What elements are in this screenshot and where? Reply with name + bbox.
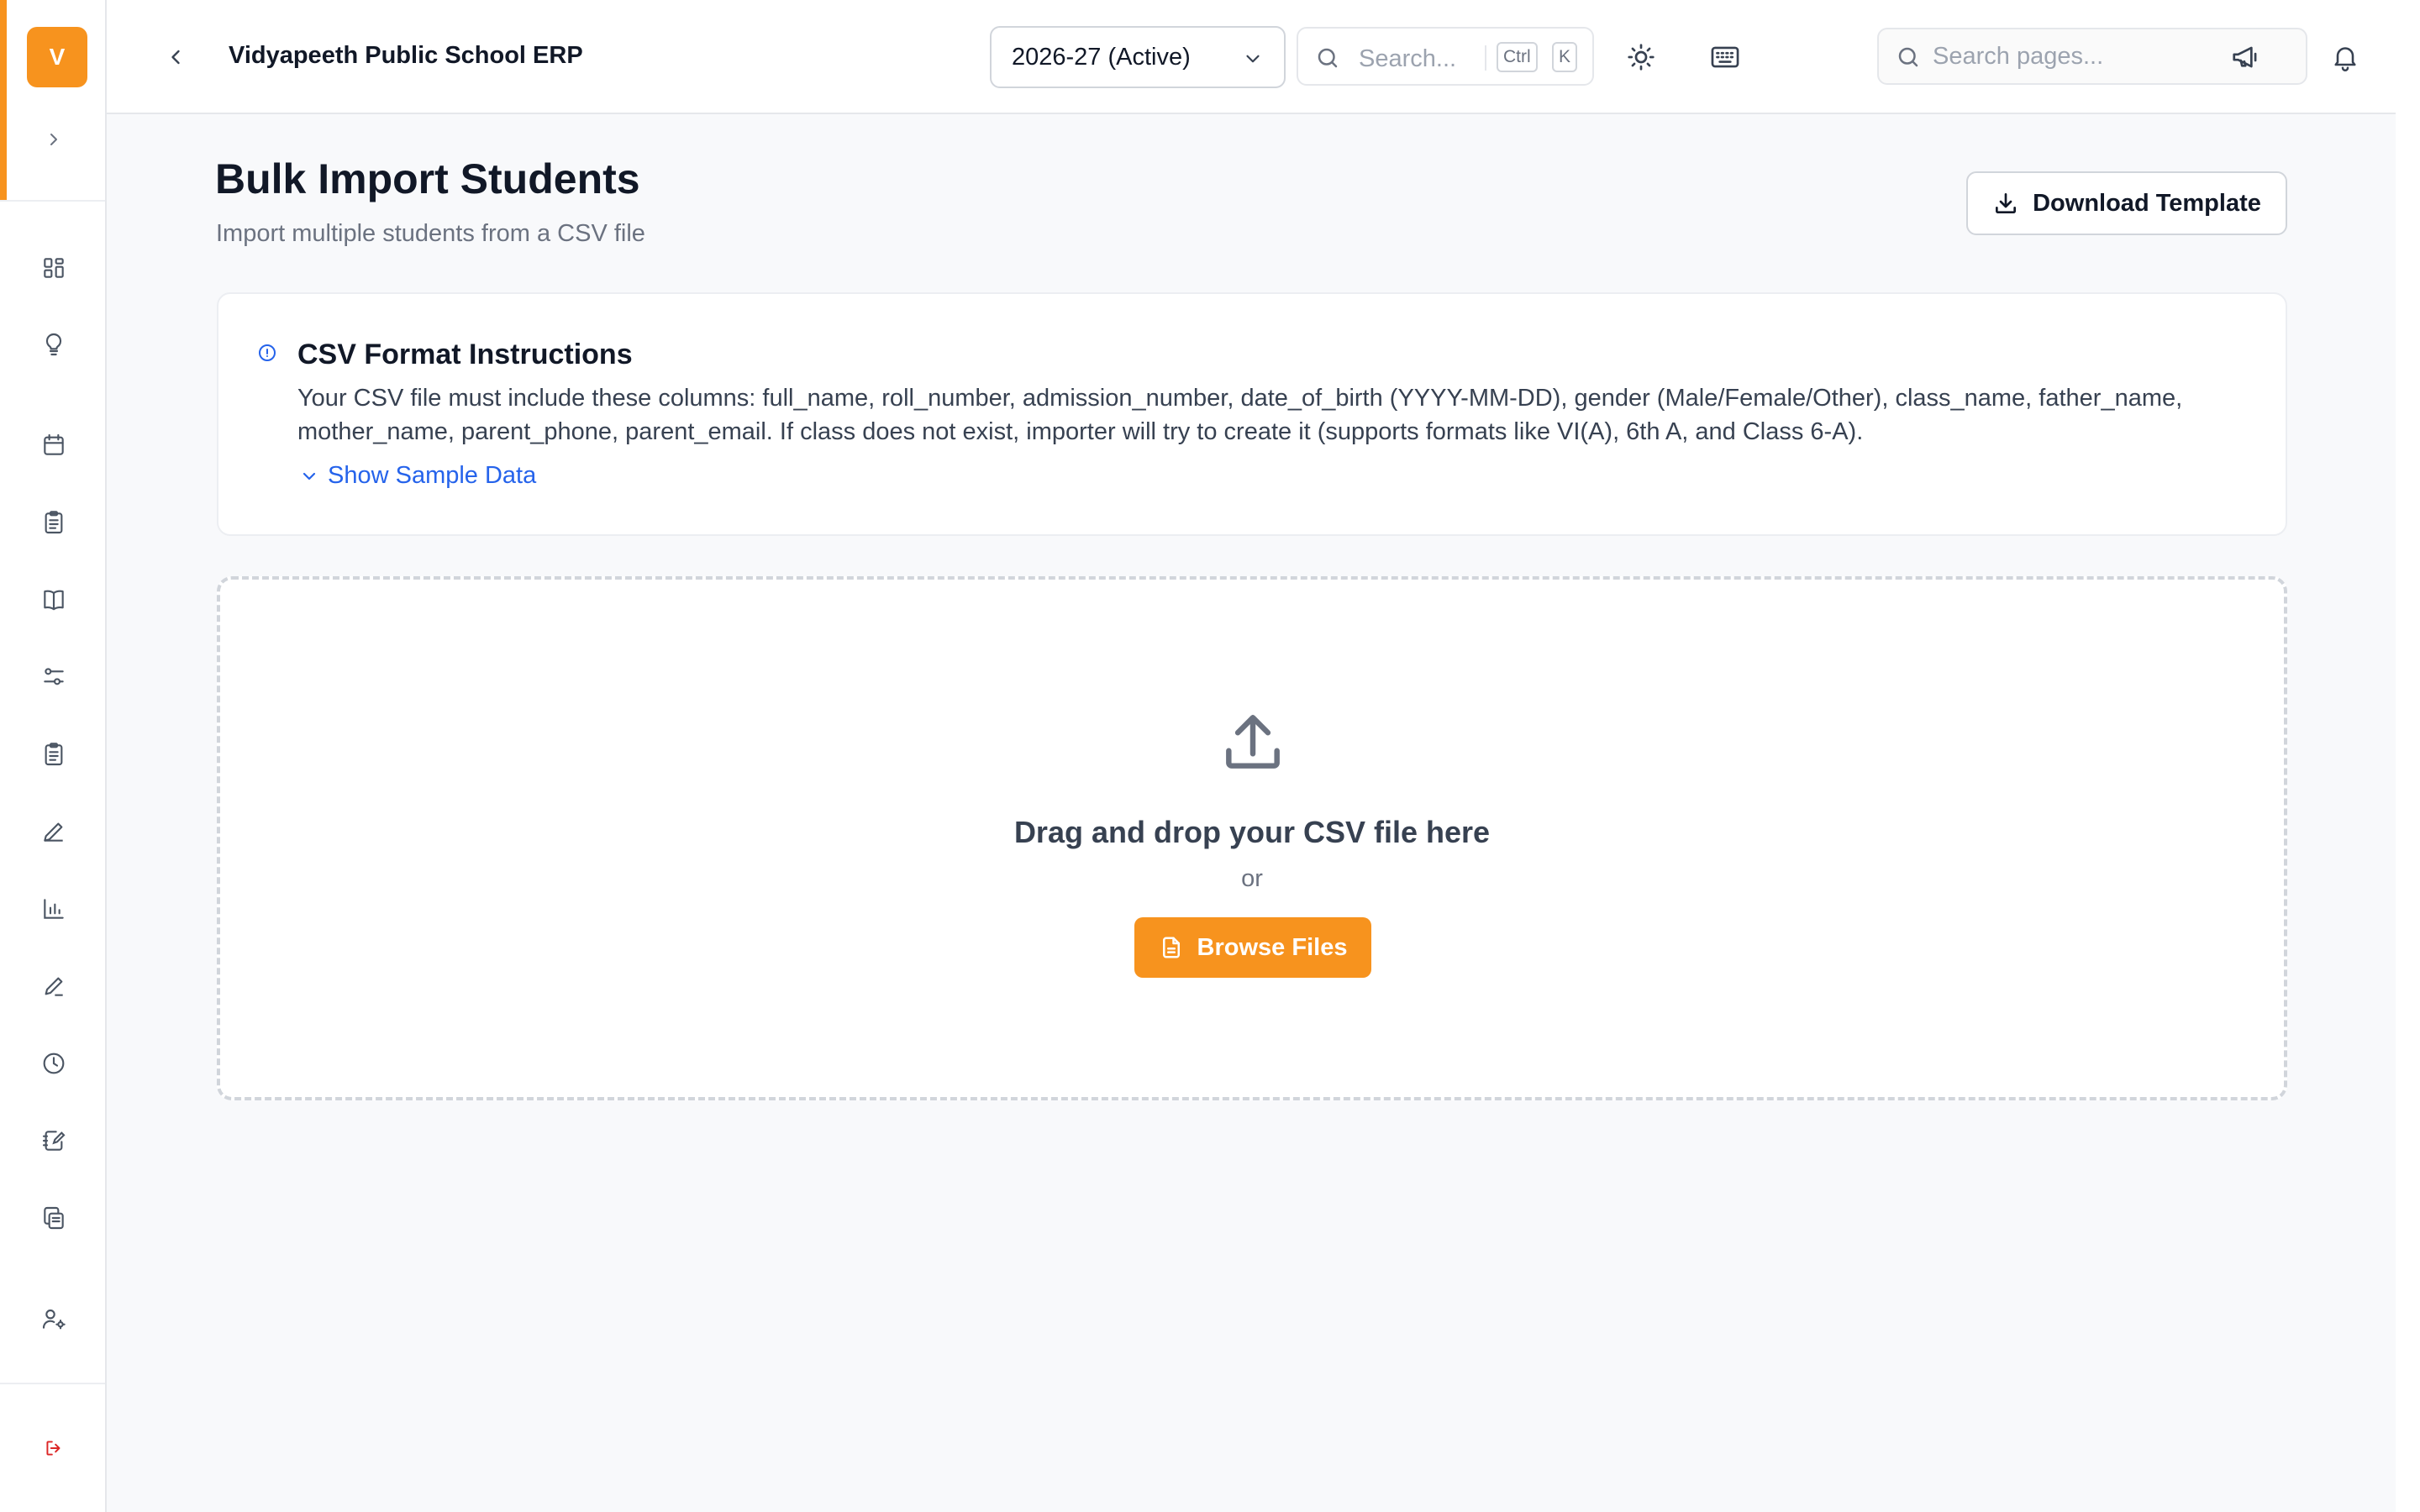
show-sample-data-link[interactable]: Show Sample Data [299, 462, 536, 490]
search-icon [1318, 48, 1338, 68]
logout-button[interactable] [34, 1428, 74, 1468]
sidebar-item-notebook[interactable] [34, 1121, 74, 1161]
download-template-button[interactable]: Download Template [1966, 171, 2287, 235]
csv-instructions-title: CSV Format Instructions [297, 339, 633, 370]
edit-icon [45, 977, 63, 996]
shortcut-key-ctrl: Ctrl [1497, 42, 1538, 72]
browse-files-button[interactable]: Browse Files [1134, 917, 1371, 978]
shortcut-key-k: K [1552, 42, 1578, 72]
sidebar-item-exams[interactable] [34, 734, 74, 774]
bell-icon [2334, 47, 2356, 71]
download-icon [1996, 193, 2017, 213]
sidebar-item-library[interactable] [34, 580, 74, 620]
top-header: Vidyapeeth Public School ERP 2026-27 (Ac… [107, 0, 2396, 114]
app-root: V Vidyapeeth Public School ERP 2026-27 (… [0, 0, 2420, 1512]
logout-icon [46, 1441, 60, 1456]
sidebar-divider [0, 1383, 105, 1384]
notifications-button[interactable] [2325, 37, 2365, 77]
search-icon [1898, 47, 1918, 67]
csv-instructions-card: CSV Format Instructions Your CSV file mu… [217, 292, 2287, 536]
page-title: Bulk Import Students [215, 155, 640, 202]
sidebar-item-ideas[interactable] [34, 324, 74, 365]
back-button[interactable] [157, 39, 194, 76]
sidebar-item-documents[interactable] [34, 1198, 74, 1238]
upload-icon [1226, 715, 1280, 769]
calendar-icon [44, 433, 64, 455]
quick-search-button[interactable]: Search... Ctrl K [1297, 27, 1594, 86]
sidebar-accent-bar [0, 0, 7, 202]
sidebar-item-reports[interactable] [34, 889, 74, 929]
sidebar-item-attendance[interactable] [34, 502, 74, 543]
show-sample-data-label: Show Sample Data [328, 462, 537, 489]
announcements-button[interactable] [2226, 37, 2266, 77]
sidebar-item-dashboard[interactable] [34, 248, 74, 288]
clipboard-icon [45, 511, 63, 534]
academic-year-value: 2026-27 (Active) [1012, 43, 1191, 71]
sidebar-expand-button[interactable] [37, 123, 71, 156]
sidebar-item-calendar[interactable] [34, 425, 74, 465]
sidebar-item-timetable[interactable] [34, 1043, 74, 1084]
sidebar-item-settings[interactable] [34, 657, 74, 697]
dashboard-icon [44, 258, 64, 278]
scrollbar-track[interactable] [2396, 0, 2420, 1512]
download-template-label: Download Template [2033, 189, 2261, 217]
sliders-icon [44, 668, 64, 685]
app-title: Vidyapeeth Public School ERP [229, 42, 583, 69]
browse-files-label: Browse Files [1197, 933, 1348, 961]
keyboard-shortcuts-button[interactable] [1705, 37, 1745, 77]
chevron-right-icon [50, 134, 57, 145]
chevron-down-icon [1246, 55, 1260, 63]
theme-toggle-button[interactable] [1621, 37, 1661, 77]
clock-icon [43, 1053, 65, 1074]
csv-dropzone[interactable]: Drag and drop your CSV file here or Brow… [217, 576, 2287, 1100]
chevron-left-icon [171, 50, 180, 65]
lightbulb-icon [45, 333, 62, 356]
sidebar: V [0, 0, 107, 1512]
dropzone-or-text: or [1241, 865, 1263, 892]
megaphone-icon [2233, 46, 2257, 68]
csv-instructions-text: Your CSV file must include these columns… [297, 385, 2183, 445]
chevron-down-icon [302, 472, 316, 480]
pen-icon [44, 822, 63, 842]
sidebar-item-marks[interactable] [34, 966, 74, 1006]
book-icon [44, 590, 64, 611]
sun-icon [1628, 44, 1655, 71]
dropzone-title: Drag and drop your CSV file here [1013, 815, 1491, 849]
sidebar-item-homework[interactable] [34, 811, 74, 852]
quick-search-placeholder: Search... [1359, 45, 1457, 72]
page-subtitle: Import multiple students from a CSV file [216, 220, 645, 247]
academic-year-select[interactable]: 2026-27 (Active) [990, 26, 1286, 88]
info-icon [259, 344, 276, 361]
user-settings-icon [42, 1309, 66, 1330]
file-icon [1162, 937, 1180, 958]
app-logo[interactable]: V [27, 27, 87, 87]
notebook-edit-icon [42, 1131, 66, 1151]
keyboard-icon [1711, 46, 1739, 68]
quick-search-separator [1485, 45, 1486, 71]
copy-icon [44, 1206, 64, 1230]
bar-chart-icon [44, 899, 64, 919]
clipboard-list-icon [45, 743, 63, 766]
sidebar-item-user-settings[interactable] [34, 1299, 74, 1339]
sidebar-divider [0, 200, 105, 202]
